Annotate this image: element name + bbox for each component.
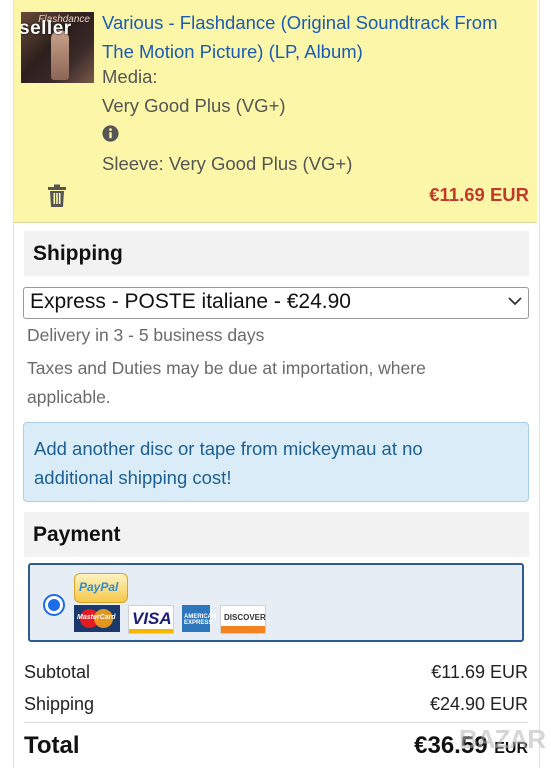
info-icon[interactable] xyxy=(102,125,119,142)
mastercard-logo-text: MasterCard xyxy=(77,614,116,621)
paypal-radio[interactable] xyxy=(43,594,65,616)
paypal-payment-option[interactable]: PayPal MasterCard VISA AMERICAN EXPRESS … xyxy=(28,563,524,642)
subtotal-label: Subtotal xyxy=(24,662,91,682)
album-thumbnail[interactable]: Flashdance seller xyxy=(21,12,94,83)
subtotal-value: €11.69 EUR xyxy=(431,662,528,682)
paypal-logo-text: PayPal xyxy=(79,580,119,594)
total-label: Total xyxy=(24,732,80,759)
media-label: Media: xyxy=(102,66,158,87)
shipping-heading: Shipping xyxy=(33,242,123,265)
shipping-cost-value: €24.90 EUR xyxy=(429,694,528,714)
combined-shipping-alert: Add another disc or tape from mickeymau … xyxy=(23,422,529,502)
payment-section-header: Payment xyxy=(24,512,529,557)
trash-icon[interactable] xyxy=(47,184,67,208)
taxes-note: Taxes and Duties may be due at importati… xyxy=(27,358,426,407)
delivery-estimate: Delivery in 3 - 5 business days xyxy=(27,325,265,345)
paypal-logo: PayPal xyxy=(74,573,128,603)
item-title-link[interactable]: Various - Flashdance (Original Soundtrac… xyxy=(102,8,532,66)
amex-logo: AMERICAN EXPRESS xyxy=(182,605,216,632)
item-price: €11.69 EUR xyxy=(429,184,529,205)
seller-overlay-text: seller xyxy=(21,18,72,39)
discover-logo: DISCOVER xyxy=(220,605,266,634)
shipping-method-value: Express - POSTE italiane - €24.90 xyxy=(30,290,351,313)
chevron-down-icon xyxy=(508,297,522,306)
amex-logo-text: AMERICAN EXPRESS xyxy=(184,614,217,626)
shipping-method-select[interactable]: Express - POSTE italiane - €24.90 xyxy=(23,287,529,319)
mastercard-logo: MasterCard xyxy=(74,605,120,632)
media-condition: Very Good Plus (VG+) xyxy=(102,95,286,116)
discover-logo-text: DISCOVER xyxy=(224,613,266,622)
payment-heading: Payment xyxy=(33,523,121,546)
visa-logo-text: VISA xyxy=(132,609,172,628)
summary-divider xyxy=(24,722,528,723)
combined-shipping-text[interactable]: Add another disc or tape from mickeymau … xyxy=(34,434,504,492)
shipping-cost-label: Shipping xyxy=(24,694,95,714)
sleeve-condition: Sleeve: Very Good Plus (VG+) xyxy=(102,153,353,174)
shipping-cost-row: Shipping €24.90 EUR xyxy=(24,694,528,715)
visa-logo: VISA xyxy=(128,605,174,634)
shipping-section-header: Shipping xyxy=(24,231,529,276)
watermark-logo: BAZAR xyxy=(459,724,546,754)
total-row: Total €36.59 EUR xyxy=(24,732,528,760)
subtotal-row: Subtotal €11.69 EUR xyxy=(24,662,528,683)
